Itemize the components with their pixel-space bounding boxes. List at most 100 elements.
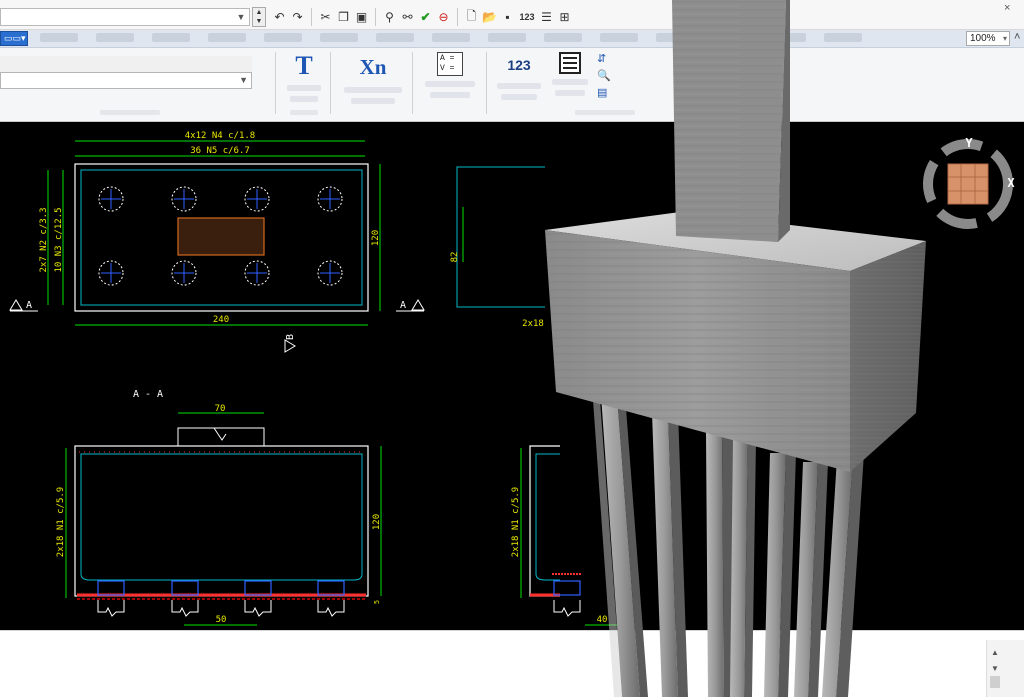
ribbon-tab[interactable] [96, 33, 134, 42]
section-aa-dim-right: 120 [372, 514, 382, 530]
plan-dim-right: 120 [371, 230, 381, 246]
button-label [430, 92, 470, 98]
ribbon-tab[interactable] [488, 33, 526, 42]
side-view: 82 2x18 [450, 166, 545, 329]
drawing-selector-combo[interactable]: ▼ [0, 8, 250, 26]
spin-updown-icon[interactable]: ▲ ▼ [252, 7, 266, 27]
table-list-icon[interactable]: ☰ [539, 9, 554, 25]
ribbon-tab[interactable] [320, 33, 358, 42]
button-label [555, 90, 585, 96]
ribbon-tab-bar: ▭▭▾ 100% ▾ ˄ [0, 30, 1024, 48]
section-aa-title: A - A [133, 389, 163, 400]
scroll-down-icon[interactable]: ▼ [991, 664, 999, 673]
scroll-up-icon[interactable]: ▲ [991, 648, 999, 657]
undo-icon[interactable]: ↶ [272, 9, 287, 25]
check-icon[interactable]: ✔ [418, 9, 433, 25]
plan-dim-left-2: 10 N3 c/12.5 [54, 207, 64, 272]
side-dim-left: 82 [450, 252, 460, 263]
section-b-label: B [285, 334, 296, 340]
toolbar-separator [457, 8, 458, 26]
toolbar-separator [375, 8, 376, 26]
cut-icon[interactable]: ✂ [318, 9, 333, 25]
ribbon-label-field [0, 56, 252, 72]
plan-view: 4x12 N4 c/1.8 36 N5 c/6.7 2x7 N2 c/3.3 1… [9, 131, 425, 353]
collapse-ribbon-button[interactable]: ˄ [1014, 31, 1020, 43]
numbering-icon[interactable]: 123 [518, 9, 536, 25]
ribbon-panel: ▼ T Xn A = V = 123 ⇵ 🔍 ▤ [0, 48, 1024, 122]
ribbon-tab[interactable] [40, 33, 78, 42]
view-cube-face[interactable] [947, 163, 989, 205]
sort-icon[interactable]: ⇵ [597, 52, 611, 66]
vertical-scrollbar[interactable]: ▲ ▼ [986, 640, 1024, 697]
section-aa-view: A - A 70 2x18 N1 c/5.9 120 5 50 [56, 389, 382, 626]
assign-value-button[interactable]: A = V = [420, 52, 480, 114]
variable-icon: Xn [359, 55, 387, 79]
axis-x-label: X [1007, 176, 1015, 190]
zoom-icon[interactable]: 🔍 [597, 69, 611, 83]
view-cube: Y X [923, 136, 1015, 229]
find-replace-icon[interactable]: ⚯ [400, 9, 415, 25]
assign-value-icon: A = V = [437, 52, 463, 76]
ribbon-group-label [575, 110, 635, 115]
pile-heads-aa [97, 580, 345, 596]
ribbon-separator [486, 52, 487, 114]
column-section [177, 217, 265, 256]
chevron-down-icon: ▾ [1002, 34, 1007, 43]
ribbon-tab[interactable] [376, 33, 414, 42]
drawing-canvas[interactable]: 4x12 N4 c/1.8 36 N5 c/6.7 2x7 N2 c/3.3 1… [0, 122, 1024, 630]
button-label [552, 79, 588, 85]
scroll-thumb[interactable] [990, 676, 1000, 688]
print-preview-icon[interactable]: ⊞ [557, 9, 572, 25]
section-aa-dim-left: 2x18 N1 c/5.9 [56, 487, 66, 557]
redo-icon[interactable]: ↷ [290, 9, 305, 25]
ribbon-tab[interactable] [152, 33, 190, 42]
ribbon-separator [330, 52, 331, 114]
ribbon-tab[interactable] [600, 33, 638, 42]
menu-dropdown-glyph: ▭▭ [4, 33, 22, 43]
new-file-icon[interactable]: 🗋 [464, 9, 479, 25]
menu-dropdown-button[interactable]: ▭▭▾ [0, 31, 28, 46]
button-label [344, 87, 402, 93]
insert-text-button[interactable]: T [284, 52, 324, 114]
cad-application: ▼ ▲ ▼ ↶ ↷ ✂ ❐ ▣ ⚲ ⚯ ✔ ⊖ 🗋 📂 ▪ 123 ☰ ⊞ × ▭… [0, 0, 1024, 697]
open-folder-icon[interactable]: 📂 [482, 9, 497, 25]
assign-value-glyph-a: A = [440, 54, 455, 63]
bottom-panel [0, 630, 1024, 697]
cad-drawing: 4x12 N4 c/1.8 36 N5 c/6.7 2x7 N2 c/3.3 1… [9, 131, 1015, 626]
zoom-value: 100% [970, 33, 996, 44]
section-bb-view: 2x18 N1 c/5.9 40 [511, 445, 620, 626]
button-label [425, 81, 475, 87]
zoom-select[interactable]: 100% ▾ [966, 31, 1010, 46]
chevron-down-icon: ▾ [21, 33, 26, 43]
section-aa-dim-bottom: 50 [216, 615, 227, 625]
ribbon-style-combo[interactable]: ▼ [0, 72, 252, 89]
numbering-button[interactable]: 123 [493, 52, 545, 114]
ribbon-tab[interactable] [656, 33, 694, 42]
button-label [287, 85, 321, 91]
close-icon[interactable]: × [1004, 2, 1010, 14]
ribbon-tab[interactable] [544, 33, 582, 42]
side-dim-bottom: 2x18 [522, 319, 544, 329]
cancel-icon[interactable]: ⊖ [436, 9, 451, 25]
save-icon[interactable]: ▪ [500, 9, 515, 25]
ribbon-tab[interactable] [712, 33, 750, 42]
ribbon-separator [412, 52, 413, 114]
ribbon-group-label [100, 110, 160, 115]
plan-dim-top-2: 36 N5 c/6.7 [190, 146, 250, 156]
ribbon-tab[interactable] [264, 33, 302, 42]
main-toolbar: ▼ ▲ ▼ ↶ ↷ ✂ ❐ ▣ ⚲ ⚯ ✔ ⊖ 🗋 📂 ▪ 123 ☰ ⊞ × [0, 0, 1024, 30]
ribbon-tab[interactable] [432, 33, 470, 42]
copy-icon[interactable]: ❐ [336, 9, 351, 25]
ribbon-tab[interactable] [768, 33, 806, 42]
plan-dim-bottom: 240 [213, 315, 229, 325]
ribbon-tab[interactable] [208, 33, 246, 42]
panel-icon[interactable]: ▤ [597, 86, 611, 100]
ribbon-tab[interactable] [824, 33, 862, 42]
find-icon[interactable]: ⚲ [382, 9, 397, 25]
paste-icon[interactable]: ▣ [354, 9, 369, 25]
table-button[interactable] [550, 52, 590, 114]
button-label [497, 83, 541, 89]
insert-variable-button[interactable]: Xn [340, 52, 406, 114]
button-label [501, 94, 537, 100]
text-icon: T [295, 51, 313, 80]
